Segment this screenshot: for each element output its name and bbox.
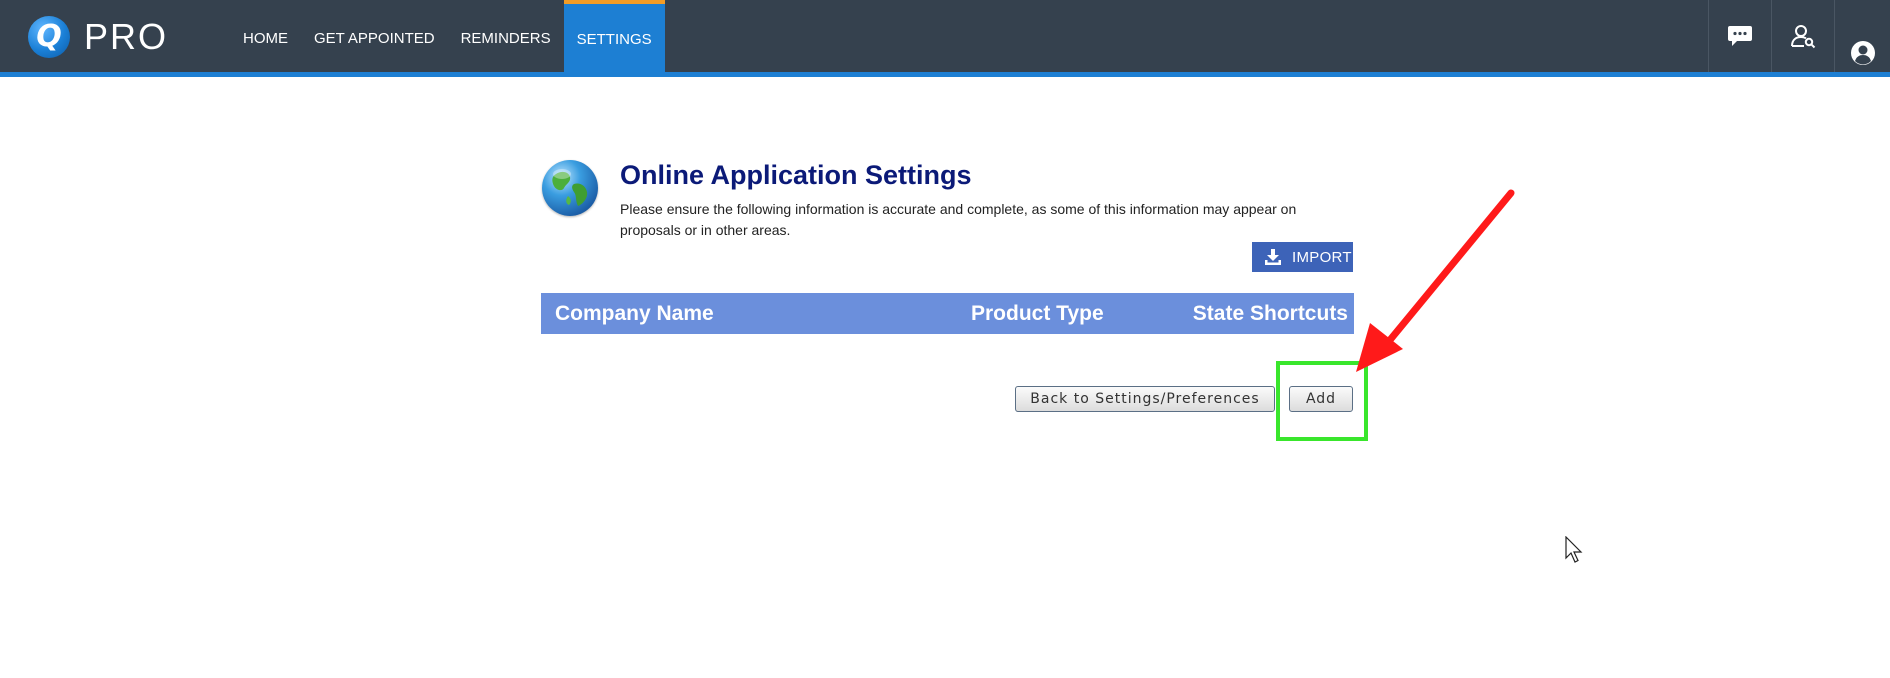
- mouse-cursor-icon: [1565, 536, 1583, 563]
- annotation-arrow: [1356, 189, 1515, 372]
